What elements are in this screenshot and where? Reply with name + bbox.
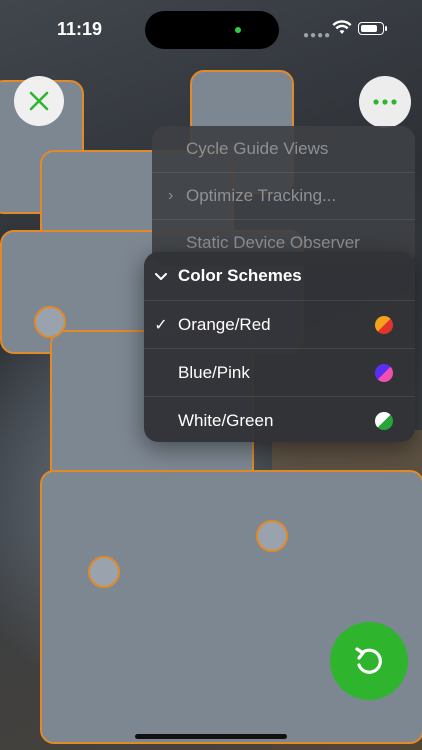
- menu-item-cycle-guide-views[interactable]: Cycle Guide Views: [152, 126, 415, 173]
- camera-indicator-dot: [235, 27, 241, 33]
- chevron-right-icon: ›: [168, 187, 174, 204]
- close-button[interactable]: [14, 76, 64, 126]
- checkmark-icon: ✓: [154, 316, 168, 334]
- color-option-orange-red[interactable]: ✓ Orange/Red: [144, 301, 415, 349]
- reset-icon: [355, 647, 382, 674]
- bolt-detail: [88, 556, 120, 588]
- ellipsis-icon: [373, 99, 397, 105]
- chevron-down-icon: [144, 268, 178, 284]
- submenu-title: Color Schemes: [178, 266, 302, 285]
- status-bar: 11:19 ●●●●: [0, 0, 422, 60]
- menu-item-label: Optimize Tracking...: [186, 186, 337, 205]
- color-option-white-green[interactable]: White/Green: [144, 397, 415, 442]
- menu-item-label: Cycle Guide Views: [186, 139, 329, 158]
- color-schemes-submenu: Color Schemes ✓ Orange/Red Blue/Pink Whi…: [144, 252, 415, 442]
- color-swatch-icon: [375, 411, 393, 430]
- submenu-header[interactable]: Color Schemes: [144, 252, 415, 301]
- status-time: 11:19: [57, 19, 103, 39]
- option-label: Orange/Red: [178, 314, 271, 334]
- bolt-detail: [256, 520, 288, 552]
- menu-item-optimize-tracking[interactable]: › Optimize Tracking...: [152, 173, 415, 220]
- reset-button[interactable]: [330, 622, 408, 700]
- model-part: [40, 470, 422, 744]
- dynamic-island: [145, 11, 279, 49]
- more-options-button[interactable]: [359, 76, 411, 128]
- menu-item-label: Static Device Observer: [186, 233, 360, 252]
- signal-icon: ●●●●: [303, 30, 332, 41]
- option-label: White/Green: [178, 410, 274, 430]
- color-swatch-icon: [375, 315, 393, 334]
- wifi-icon: [332, 20, 352, 34]
- close-icon: [29, 91, 49, 111]
- battery-icon: [358, 22, 387, 35]
- color-swatch-icon: [375, 363, 393, 382]
- bolt-detail: [34, 306, 66, 338]
- option-label: Blue/Pink: [178, 362, 250, 382]
- color-option-blue-pink[interactable]: Blue/Pink: [144, 349, 415, 397]
- options-menu: Cycle Guide Views › Optimize Tracking...…: [152, 126, 415, 266]
- home-indicator: [135, 734, 287, 739]
